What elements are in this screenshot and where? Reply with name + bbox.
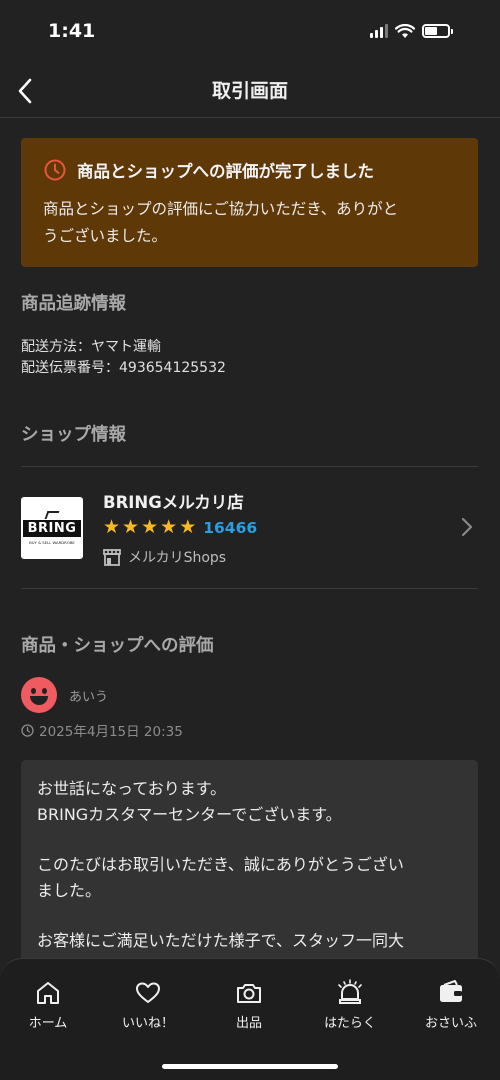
- shop-card[interactable]: BRING BUY & SELL WARDROBE BRINGメルカリ店 ★ ★…: [21, 478, 478, 578]
- avatar: [21, 677, 57, 713]
- review-section-title: 商品・ショップへの評価: [21, 636, 214, 656]
- review-timestamp: 2025年4月15日 20:35: [21, 720, 183, 740]
- home-indicator: [162, 1064, 338, 1069]
- divider: [21, 588, 478, 589]
- cellular-signal-icon: [370, 24, 388, 38]
- clock-alert-icon: [44, 159, 66, 181]
- shop-name: BRINGメルカリ店: [103, 493, 244, 512]
- shop-logo: BRING BUY & SELL WARDROBE: [21, 497, 83, 559]
- tracking-number: 配送伝票番号：493654125532: [21, 360, 226, 376]
- chevron-left-icon: [18, 78, 32, 104]
- bottom-tab-bar: ホーム いいね！ 出品 はたらく おさいふ: [0, 958, 500, 1080]
- shop-section-title: ショップ情報: [21, 425, 126, 445]
- tracking-section-title: 商品追跡情報: [21, 294, 126, 314]
- tab-work[interactable]: はたらく: [310, 979, 390, 1031]
- wifi-icon: [395, 23, 415, 38]
- nav-bar: 取引画面: [0, 62, 500, 118]
- star-icon: ★: [103, 516, 121, 538]
- storefront-icon: [103, 548, 121, 566]
- star-icon: ★: [122, 516, 140, 538]
- shop-type: メルカリShops: [103, 547, 226, 567]
- tab-sell[interactable]: 出品: [209, 979, 289, 1031]
- heart-icon: [136, 982, 160, 1003]
- chevron-right-icon: [461, 517, 473, 537]
- clock-icon: [21, 723, 34, 737]
- status-bar: 1:41: [0, 0, 500, 62]
- tab-home[interactable]: ホーム: [8, 979, 88, 1031]
- shop-reply: お世話になっております。 BRINGカスタマーセンターでございます。 このたびは…: [21, 760, 478, 970]
- reviewer: あいう: [21, 677, 108, 713]
- shipping-method: 配送方法：ヤマト運輸: [21, 339, 161, 355]
- status-time: 1:41: [48, 20, 96, 42]
- status-icons: [370, 23, 453, 39]
- star-icon: ★: [179, 516, 197, 538]
- wallet-icon: [440, 980, 462, 1002]
- camera-icon: [237, 984, 261, 1003]
- work-icon: [338, 979, 362, 1004]
- timestamp-text: 2025年4月15日 20:35: [39, 724, 183, 740]
- back-button[interactable]: [12, 70, 48, 110]
- star-icon: ★: [141, 516, 159, 538]
- tab-wallet[interactable]: おさいふ: [411, 979, 491, 1031]
- divider: [21, 466, 478, 467]
- banner-title: 商品とショップへの評価が完了しました: [77, 162, 374, 181]
- rating-count: 16466: [203, 518, 258, 537]
- banner-message: 商品とショップの評価にご協力いただき、ありがと うございました。: [43, 200, 399, 245]
- home-icon: [37, 982, 59, 1004]
- page-title: 取引画面: [211, 80, 288, 102]
- shop-rating: ★ ★ ★ ★ ★ 16466: [103, 518, 257, 537]
- reviewer-name: あいう: [69, 689, 109, 705]
- battery-icon: [422, 24, 453, 38]
- shop-type-label: メルカリShops: [128, 550, 227, 566]
- review-complete-banner: 商品とショップへの評価が完了しました 商品とショップの評価にご協力いただき、あり…: [21, 138, 478, 267]
- tab-likes[interactable]: いいね！: [108, 979, 188, 1031]
- star-icon: ★: [160, 516, 178, 538]
